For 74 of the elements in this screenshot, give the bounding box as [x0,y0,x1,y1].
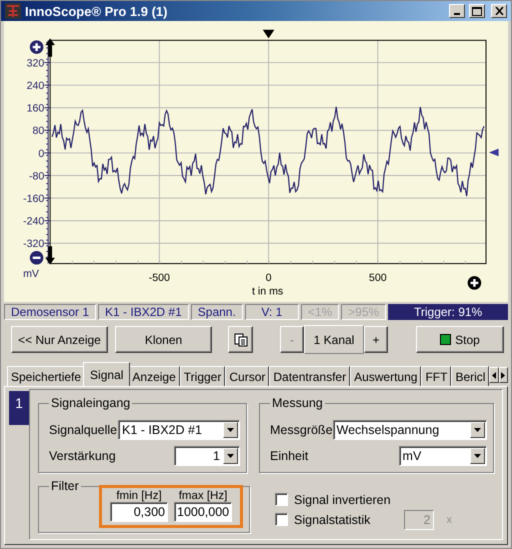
unit-dropdown[interactable]: mV [398,446,487,466]
source-dropdown[interactable]: K1 - IBX2D #1 [118,420,240,440]
checkbox-label[interactable]: Signal invertieren [294,492,391,507]
y-tick-label: 240 [26,80,44,92]
add-channel-button[interactable]: + [364,326,388,354]
tab[interactable]: Auswertung [350,366,422,386]
frequency-field[interactable]: 0,300 [110,502,168,522]
clipboard-icon [234,332,248,347]
frequency-field[interactable]: 1000,000 [174,502,232,522]
field-label: Einheit [270,449,308,464]
zoom-in-icon[interactable] [30,40,44,54]
stop-button[interactable]: Stop [416,326,504,354]
x-tick-label: 500 [368,272,387,284]
y-tick-label: -320 [23,238,44,250]
app-logo-icon [5,3,21,20]
x-tick-label: -500 [148,272,170,284]
close-button[interactable] [491,4,507,18]
trigger-level-icon[interactable] [488,148,499,157]
minimize-button[interactable] [449,4,465,18]
quantity-dropdown[interactable]: Wechselspannung [332,420,487,440]
field-label: fmax [Hz] [178,490,228,502]
copy-button[interactable] [228,326,253,354]
y-unit-label: mV [23,268,40,280]
clone-button[interactable]: Klonen [115,326,212,354]
x-axis-label: t in ms [252,286,284,298]
stop-indicator-icon [440,334,452,346]
y-tick-label: 160 [26,102,44,115]
tab[interactable]: Bericl [451,366,490,386]
maximize-icon [472,6,482,16]
y-tick-label: 320 [26,58,44,70]
tab[interactable]: FFT [421,366,452,386]
x-tick-label: 0 [266,272,272,284]
arrow-up-icon[interactable] [45,38,55,58]
field-label: Verstärkung [49,449,116,464]
unit-label: x [446,514,452,526]
field-label: Messgröße [270,423,333,438]
window-title: InnoScope® Pro 1.9 (1) [25,4,168,19]
group-title: Signaleingang [50,396,132,410]
zoom-in-icon[interactable] [468,276,482,290]
channel-number: 1 [9,391,29,426]
status-field: Spann. [190,304,243,320]
field-label: Signalquelle [49,423,118,438]
status-field: K1 - IBX2D #1 [98,304,189,320]
status-field: V: 1 [244,304,299,320]
trigger-marker-icon[interactable] [262,30,274,39]
checkbox[interactable] [275,513,288,526]
channel-count: 1 Kanal [304,325,364,354]
checkbox[interactable] [275,493,288,506]
arrow-down-icon[interactable] [45,246,55,265]
field-label: fmin [Hz] [116,490,162,502]
display-only-button[interactable]: << Nur Anzeige [11,326,108,354]
y-tick-label: 80 [32,126,44,138]
y-tick-label: -240 [23,216,44,228]
maximize-button[interactable] [469,4,485,18]
tab[interactable]: Speichertiefe [7,366,86,386]
tab[interactable]: Trigger [180,366,226,386]
y-tick-label: 0 [38,148,44,160]
group-title: Filter [50,479,80,494]
tab[interactable]: Signal [83,362,130,386]
caret-right-icon [501,372,506,379]
checkbox-label[interactable]: Signalstatistik [294,512,370,527]
scroll-left-button[interactable] [489,367,499,384]
close-icon [494,7,504,16]
y-tick-label: -80 [28,170,44,183]
caret-left-icon [492,372,496,379]
trigger-indicator: Trigger: 91% [388,304,508,320]
tab[interactable]: Datentransfer [269,366,350,386]
zoom-out-icon[interactable] [30,251,44,265]
status-field: Demosensor 1 [4,304,96,320]
y-tick-label: -160 [23,193,44,206]
gain-dropdown[interactable]: 1 [174,446,240,466]
tab[interactable]: Cursor [225,366,270,386]
tab[interactable]: Anzeige [128,366,180,386]
group-title: Messung [271,396,324,410]
